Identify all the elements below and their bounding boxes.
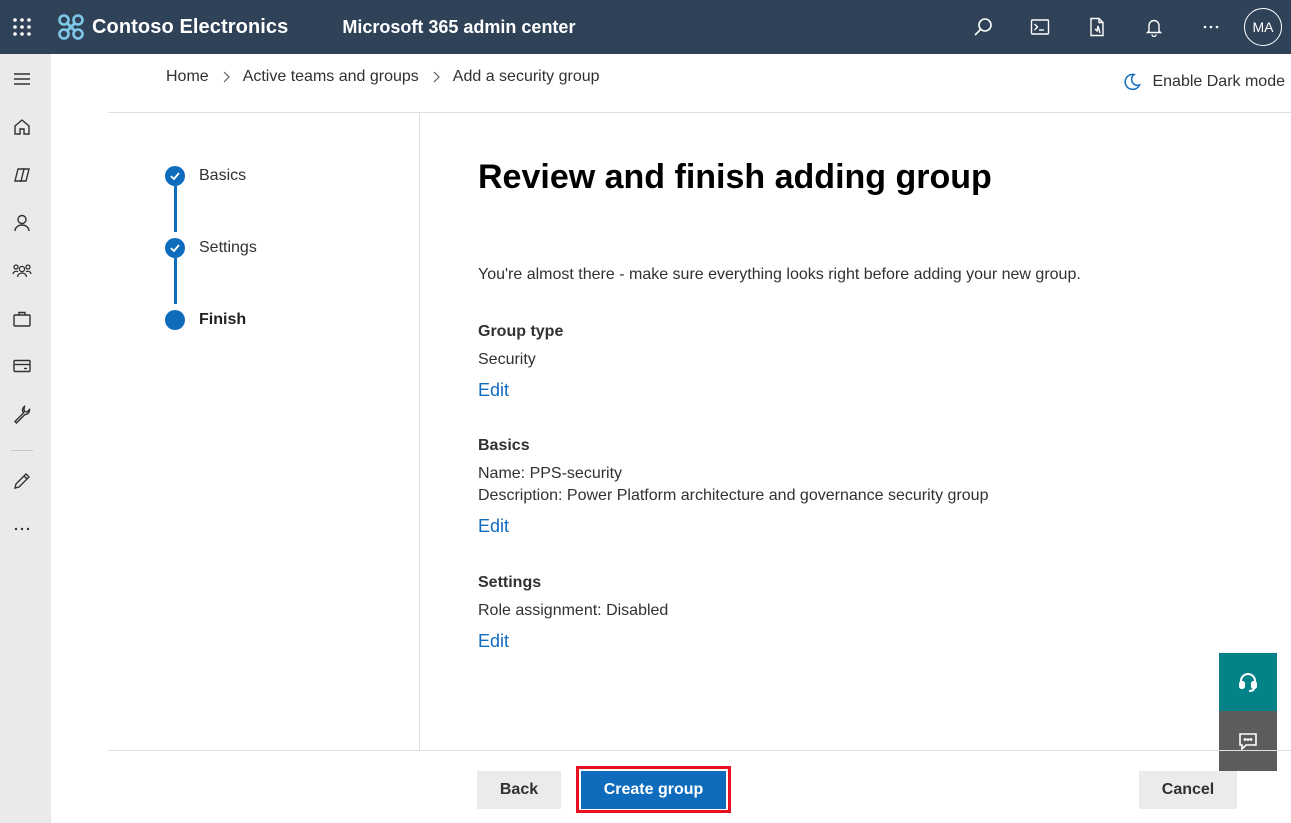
setup-guide-icon[interactable] <box>1068 0 1125 54</box>
dark-mode-toggle[interactable]: Enable Dark mode <box>1122 72 1285 92</box>
step-finish: Finish <box>165 310 246 330</box>
checkmark-icon <box>165 238 185 258</box>
moon-icon <box>1124 73 1142 91</box>
group-description-value: Description: Power Platform architecture… <box>478 487 989 504</box>
intro-text: You're almost there - make sure everythi… <box>478 266 1081 283</box>
help-support-button[interactable] <box>1219 653 1277 711</box>
feedback-chat-icon <box>1239 733 1257 751</box>
page-title: Review and finish adding group <box>478 158 992 196</box>
app-launcher-icon[interactable] <box>0 0 44 54</box>
current-step-dot-icon <box>165 310 185 330</box>
notifications-bell-icon[interactable] <box>1125 0 1182 54</box>
feedback-button[interactable] <box>1219 711 1277 771</box>
breadcrumb: Home Active teams and groups Add a secur… <box>166 68 600 86</box>
group-type-value: Security <box>478 351 536 368</box>
org-brand[interactable]: Contoso Electronics <box>58 14 288 40</box>
home-icon[interactable] <box>0 107 44 147</box>
terminal-icon[interactable] <box>1011 0 1068 54</box>
edit-group-type-link[interactable]: Edit <box>478 380 509 401</box>
stepper-connector <box>174 258 177 304</box>
chevron-right-icon <box>221 71 231 83</box>
more-options-icon[interactable] <box>1182 0 1239 54</box>
headset-icon <box>1239 673 1257 692</box>
org-name: Contoso Electronics <box>92 15 289 38</box>
section-title-settings: Settings <box>478 574 542 591</box>
menu-icon[interactable] <box>0 59 44 99</box>
section-title-group-type: Group type <box>478 323 564 340</box>
stepper-connector <box>174 186 177 232</box>
breadcrumb-home[interactable]: Home <box>166 68 209 86</box>
user-avatar[interactable]: MA <box>1244 8 1282 46</box>
copilot-icon[interactable] <box>0 155 44 195</box>
left-nav-rail <box>0 54 51 823</box>
user-icon[interactable] <box>0 203 44 243</box>
edit-settings-link[interactable]: Edit <box>478 631 509 652</box>
dark-mode-label: Enable Dark mode <box>1152 73 1285 90</box>
top-bar: Contoso Electronics Microsoft 365 admin … <box>0 0 1291 54</box>
step-settings[interactable]: Settings <box>165 238 257 258</box>
app-title[interactable]: Microsoft 365 admin center <box>342 17 575 38</box>
header-divider <box>108 112 1291 113</box>
chevron-right-icon <box>431 71 441 83</box>
group-name-value: Name: PPS-security <box>478 465 623 482</box>
stepper-divider <box>419 113 420 750</box>
billing-icon[interactable] <box>0 346 44 386</box>
cancel-button[interactable]: Cancel <box>1139 771 1237 809</box>
edit-basics-link[interactable]: Edit <box>478 516 509 537</box>
footer-divider <box>108 750 1291 751</box>
pencil-icon[interactable] <box>0 461 44 501</box>
create-group-button[interactable]: Create group <box>581 771 726 809</box>
section-title-basics: Basics <box>478 437 530 454</box>
role-assignment-value: Role assignment: Disabled <box>478 602 669 619</box>
rail-divider <box>11 450 33 451</box>
wrench-icon[interactable] <box>0 394 44 434</box>
breadcrumb-add-security-group: Add a security group <box>452 68 600 85</box>
step-label: Finish <box>199 311 247 328</box>
groups-icon[interactable] <box>0 251 44 291</box>
back-button[interactable]: Back <box>477 771 561 809</box>
contoso-logo-icon <box>58 14 84 40</box>
breadcrumb-active-teams-and-groups[interactable]: Active teams and groups <box>243 68 419 86</box>
step-label: Settings <box>199 239 257 256</box>
more-icon[interactable] <box>0 509 44 549</box>
search-icon[interactable] <box>954 0 1011 54</box>
briefcase-icon[interactable] <box>0 299 44 339</box>
checkmark-icon <box>165 166 185 186</box>
step-label: Basics <box>199 167 247 184</box>
step-basics[interactable]: Basics <box>165 166 246 186</box>
